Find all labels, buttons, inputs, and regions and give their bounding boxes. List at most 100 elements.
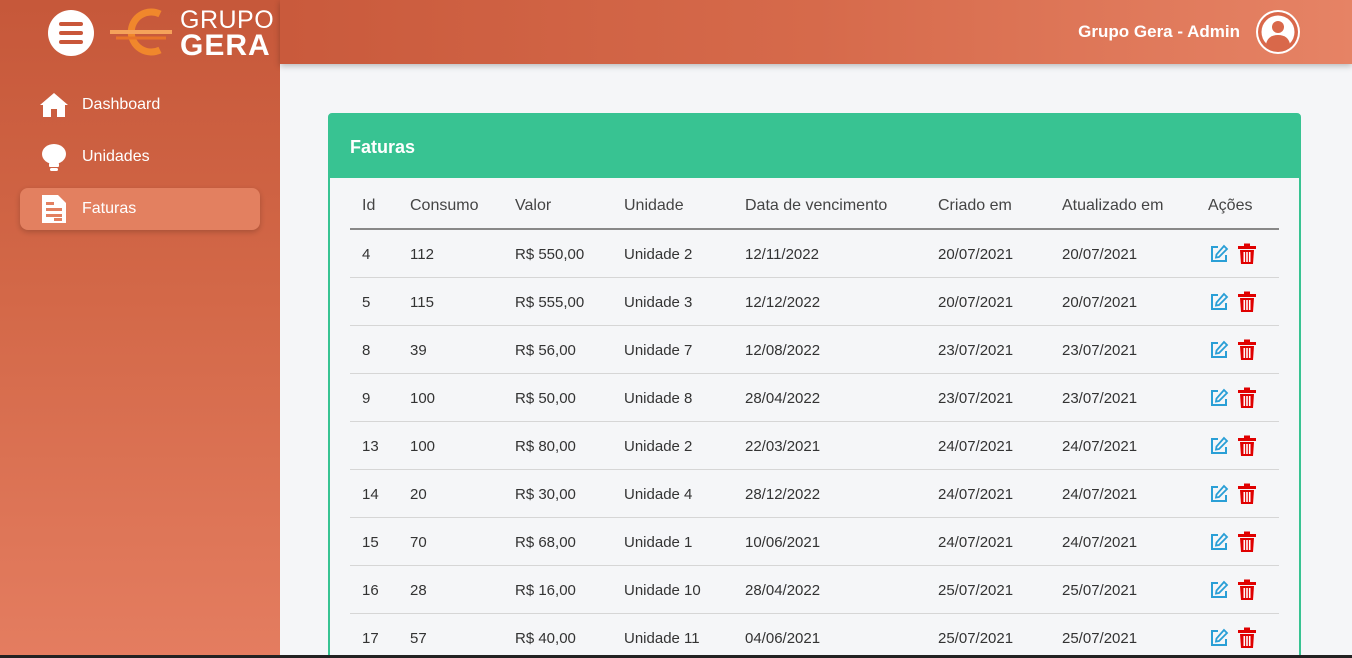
- brand-line-2: GERA: [180, 29, 271, 62]
- user-avatar-icon[interactable]: [1256, 10, 1300, 54]
- cell-unidade: Unidade 8: [612, 373, 733, 422]
- cell-data-vencimento: 28/04/2022: [733, 373, 926, 422]
- cell-data-vencimento: 12/08/2022: [733, 325, 926, 374]
- sidebar-item-label: Dashboard: [82, 96, 161, 113]
- sidebar-item-faturas[interactable]: Faturas: [20, 188, 260, 230]
- cell-unidade: Unidade 11: [612, 613, 733, 658]
- cell-valor: R$ 550,00: [503, 229, 612, 278]
- cell-unidade: Unidade 2: [612, 421, 733, 470]
- brand-logo[interactable]: GRUPO GERA: [108, 4, 278, 62]
- trash-icon[interactable]: [1236, 435, 1258, 457]
- table-row: 5 115 R$ 555,00 Unidade 3 12/12/2022 20/07/20…: [350, 277, 1279, 326]
- cell-atualizado-em: 23/07/2021: [1050, 325, 1196, 374]
- edit-icon[interactable]: [1208, 243, 1230, 265]
- cell-id: 13: [350, 421, 398, 470]
- cell-valor: R$ 56,00: [503, 325, 612, 374]
- cell-data-vencimento: 12/11/2022: [733, 229, 926, 278]
- hamburger-icon: [59, 22, 83, 26]
- cell-data-vencimento: 22/03/2021: [733, 421, 926, 470]
- card-title: Faturas: [330, 115, 1299, 178]
- edit-icon[interactable]: [1208, 531, 1230, 553]
- menu-toggle-button[interactable]: [48, 10, 94, 56]
- cell-criado-em: 20/07/2021: [926, 277, 1050, 326]
- cell-data-vencimento: 12/12/2022: [733, 277, 926, 326]
- cell-data-vencimento: 10/06/2021: [733, 517, 926, 566]
- table-row: 8 39 R$ 56,00 Unidade 7 12/08/2022 23/07/2021…: [350, 325, 1279, 374]
- cell-id: 16: [350, 565, 398, 614]
- edit-icon[interactable]: [1208, 387, 1230, 409]
- cell-consumo: 39: [398, 325, 503, 374]
- edit-icon[interactable]: [1208, 435, 1230, 457]
- column-header-criado-em: Criado em: [926, 178, 1050, 230]
- cell-data-vencimento: 28/04/2022: [733, 565, 926, 614]
- cell-data-vencimento: 04/06/2021: [733, 613, 926, 658]
- cell-valor: R$ 50,00: [503, 373, 612, 422]
- table-row: 15 70 R$ 68,00 Unidade 1 10/06/2021 24/07/202…: [350, 517, 1279, 566]
- trash-icon[interactable]: [1236, 579, 1258, 601]
- row-actions: [1208, 483, 1279, 505]
- edit-icon[interactable]: [1208, 483, 1230, 505]
- edit-icon[interactable]: [1208, 579, 1230, 601]
- cell-criado-em: 25/07/2021: [926, 565, 1050, 614]
- edit-icon[interactable]: [1208, 627, 1230, 649]
- cell-acoes: [1196, 325, 1279, 374]
- row-actions: [1208, 627, 1279, 649]
- cell-id: 17: [350, 613, 398, 658]
- cell-valor: R$ 555,00: [503, 277, 612, 326]
- row-actions: [1208, 387, 1279, 409]
- table-row: 16 28 R$ 16,00 Unidade 10 28/04/2022 25/07/20…: [350, 565, 1279, 614]
- user-name: Grupo Gera - Admin: [1078, 22, 1240, 41]
- row-actions: [1208, 579, 1279, 601]
- cell-atualizado-em: 25/07/2021: [1050, 565, 1196, 614]
- table-row: 17 57 R$ 40,00 Unidade 11 04/06/2021 25/07/20…: [350, 613, 1279, 658]
- table-row: 13 100 R$ 80,00 Unidade 2 22/03/2021 24/07/20…: [350, 421, 1279, 470]
- cell-consumo: 100: [398, 421, 503, 470]
- table-body: 4 112 R$ 550,00 Unidade 2 12/11/2022 20/07/20…: [350, 229, 1279, 658]
- cell-consumo: 70: [398, 517, 503, 566]
- cell-consumo: 112: [398, 229, 503, 278]
- cell-valor: R$ 68,00: [503, 517, 612, 566]
- row-actions: [1208, 339, 1279, 361]
- table-row: 4 112 R$ 550,00 Unidade 2 12/11/2022 20/07/20…: [350, 229, 1279, 278]
- sidebar-item-unidades[interactable]: Unidades: [20, 136, 260, 178]
- cell-valor: R$ 80,00: [503, 421, 612, 470]
- trash-icon[interactable]: [1236, 243, 1258, 265]
- trash-icon[interactable]: [1236, 339, 1258, 361]
- cell-criado-em: 24/07/2021: [926, 469, 1050, 518]
- lightbulb-icon: [38, 141, 70, 173]
- cell-valor: R$ 16,00: [503, 565, 612, 614]
- trash-icon[interactable]: [1236, 291, 1258, 313]
- cell-consumo: 20: [398, 469, 503, 518]
- faturas-card: Faturas Id Consumo Valor Unidade Data de…: [328, 113, 1301, 658]
- sidebar: GRUPO GERA Dashboard Unidades Faturas: [0, 0, 280, 658]
- trash-icon[interactable]: [1236, 483, 1258, 505]
- cell-valor: R$ 40,00: [503, 613, 612, 658]
- cell-acoes: [1196, 517, 1279, 566]
- column-header-consumo: Consumo: [398, 178, 503, 230]
- column-header-acoes: Ações: [1196, 178, 1279, 230]
- trash-icon[interactable]: [1236, 531, 1258, 553]
- cell-consumo: 100: [398, 373, 503, 422]
- cell-atualizado-em: 24/07/2021: [1050, 421, 1196, 470]
- edit-icon[interactable]: [1208, 291, 1230, 313]
- cell-atualizado-em: 25/07/2021: [1050, 613, 1196, 658]
- trash-icon[interactable]: [1236, 387, 1258, 409]
- sidebar-item-dashboard[interactable]: Dashboard: [20, 84, 260, 126]
- cell-acoes: [1196, 613, 1279, 658]
- sidebar-nav: Dashboard Unidades Faturas: [20, 84, 260, 240]
- cell-id: 15: [350, 517, 398, 566]
- cell-acoes: [1196, 277, 1279, 326]
- cell-criado-em: 20/07/2021: [926, 229, 1050, 278]
- cell-id: 9: [350, 373, 398, 422]
- trash-icon[interactable]: [1236, 627, 1258, 649]
- cell-valor: R$ 30,00: [503, 469, 612, 518]
- faturas-table: Id Consumo Valor Unidade Data de vencime…: [350, 178, 1279, 658]
- top-header: Grupo Gera - Admin: [280, 0, 1352, 64]
- cell-consumo: 115: [398, 277, 503, 326]
- table-row: 14 20 R$ 30,00 Unidade 4 28/12/2022 24/07/202…: [350, 469, 1279, 518]
- cell-atualizado-em: 24/07/2021: [1050, 469, 1196, 518]
- invoice-icon: [38, 193, 70, 225]
- cell-unidade: Unidade 2: [612, 229, 733, 278]
- row-actions: [1208, 243, 1279, 265]
- edit-icon[interactable]: [1208, 339, 1230, 361]
